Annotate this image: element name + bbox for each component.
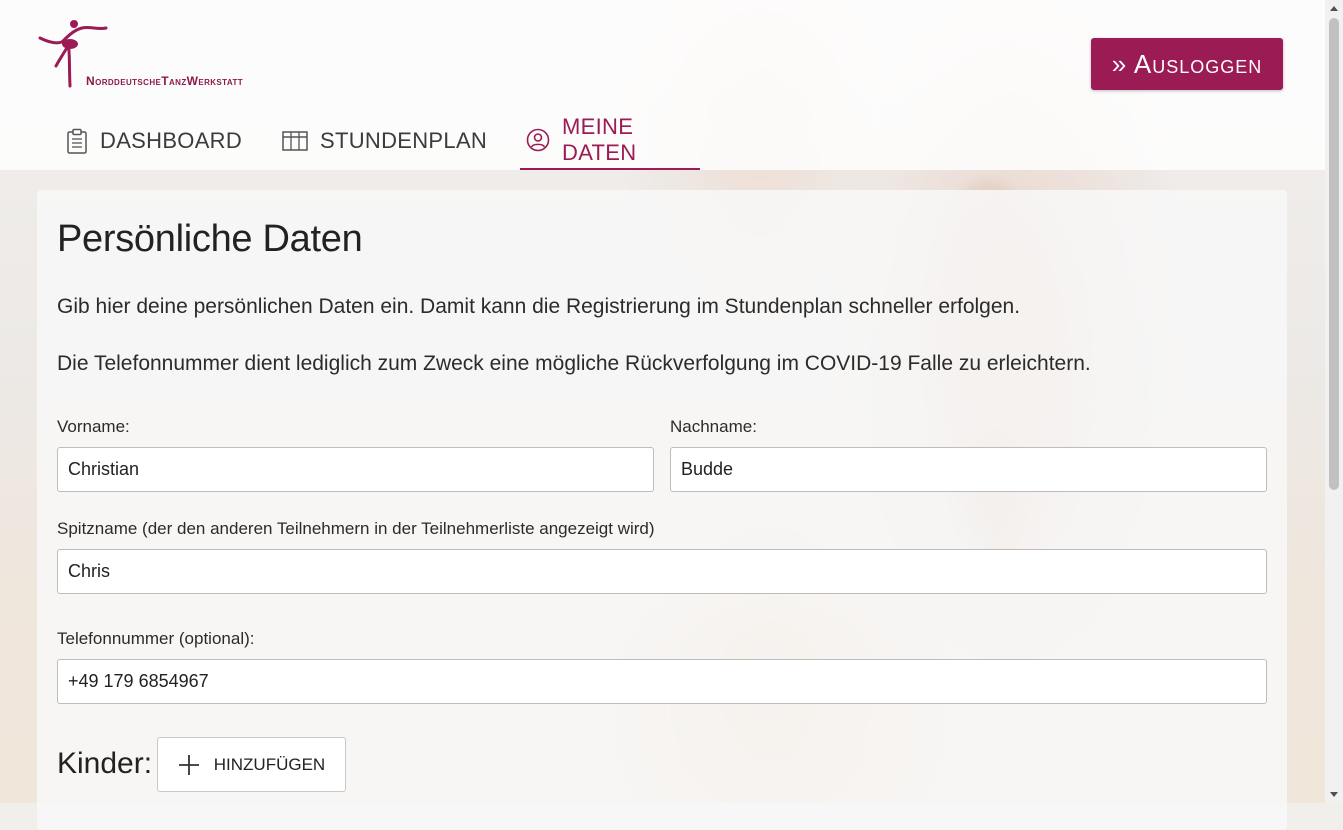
page-title: Persönliche Daten [57,218,363,260]
add-child-button[interactable]: HINZUFÜGEN [157,737,346,792]
logout-button[interactable]: » Ausloggen [1091,38,1283,90]
tab-stundenplan[interactable]: STUNDENPLAN [282,112,487,170]
telefon-input[interactable] [57,659,1267,704]
vorname-label: Vorname: [57,417,130,436]
tab-stundenplan-label: STUNDENPLAN [320,128,488,153]
nachname-label: Nachname: [670,417,757,436]
kinder-label: Kinder: [57,747,153,780]
vertical-scrollbar[interactable] [1325,0,1343,803]
spitzname-label: Spitzname (der den anderen Teilnehmern i… [57,519,655,538]
table-icon [282,131,308,151]
scroll-up-arrow-icon[interactable] [1325,0,1343,17]
personal-data-card: Persönliche Daten Gib hier deine persönl… [37,190,1287,830]
scroll-down-arrow-icon[interactable] [1325,786,1343,803]
nachname-input[interactable] [670,447,1267,492]
site-logo[interactable]: NorddeutscheTanzWerkstatt [38,16,328,94]
tab-meine-daten-label: MEINE DATEN [562,114,637,165]
telefon-label: Telefonnummer (optional): [57,629,255,648]
covid-notice-text: Die Telefonnummer dient lediglich zum Zw… [57,352,1091,375]
site-header: NorddeutscheTanzWerkstatt » Ausloggen DA… [0,0,1325,170]
plus-icon [178,754,199,775]
scrollbar-thumb[interactable] [1329,18,1339,490]
vorname-input[interactable] [57,447,654,492]
logo-wordmark: NorddeutscheTanzWerkstatt [86,74,244,88]
clipboard-icon [67,128,87,154]
tab-dashboard[interactable]: DASHBOARD [66,112,242,170]
tab-dashboard-label: DASHBOARD [100,128,243,153]
add-child-label: HINZUFÜGEN [213,754,326,774]
main-navigation: DASHBOARD STUNDENPLAN MEINE DATEN [0,112,1000,170]
tab-meine-daten[interactable]: MEINE DATEN [520,112,700,170]
intro-text: Gib hier deine persönlichen Daten ein. D… [57,295,1021,318]
spitzname-input[interactable] [57,549,1267,594]
user-circle-icon [526,128,550,152]
